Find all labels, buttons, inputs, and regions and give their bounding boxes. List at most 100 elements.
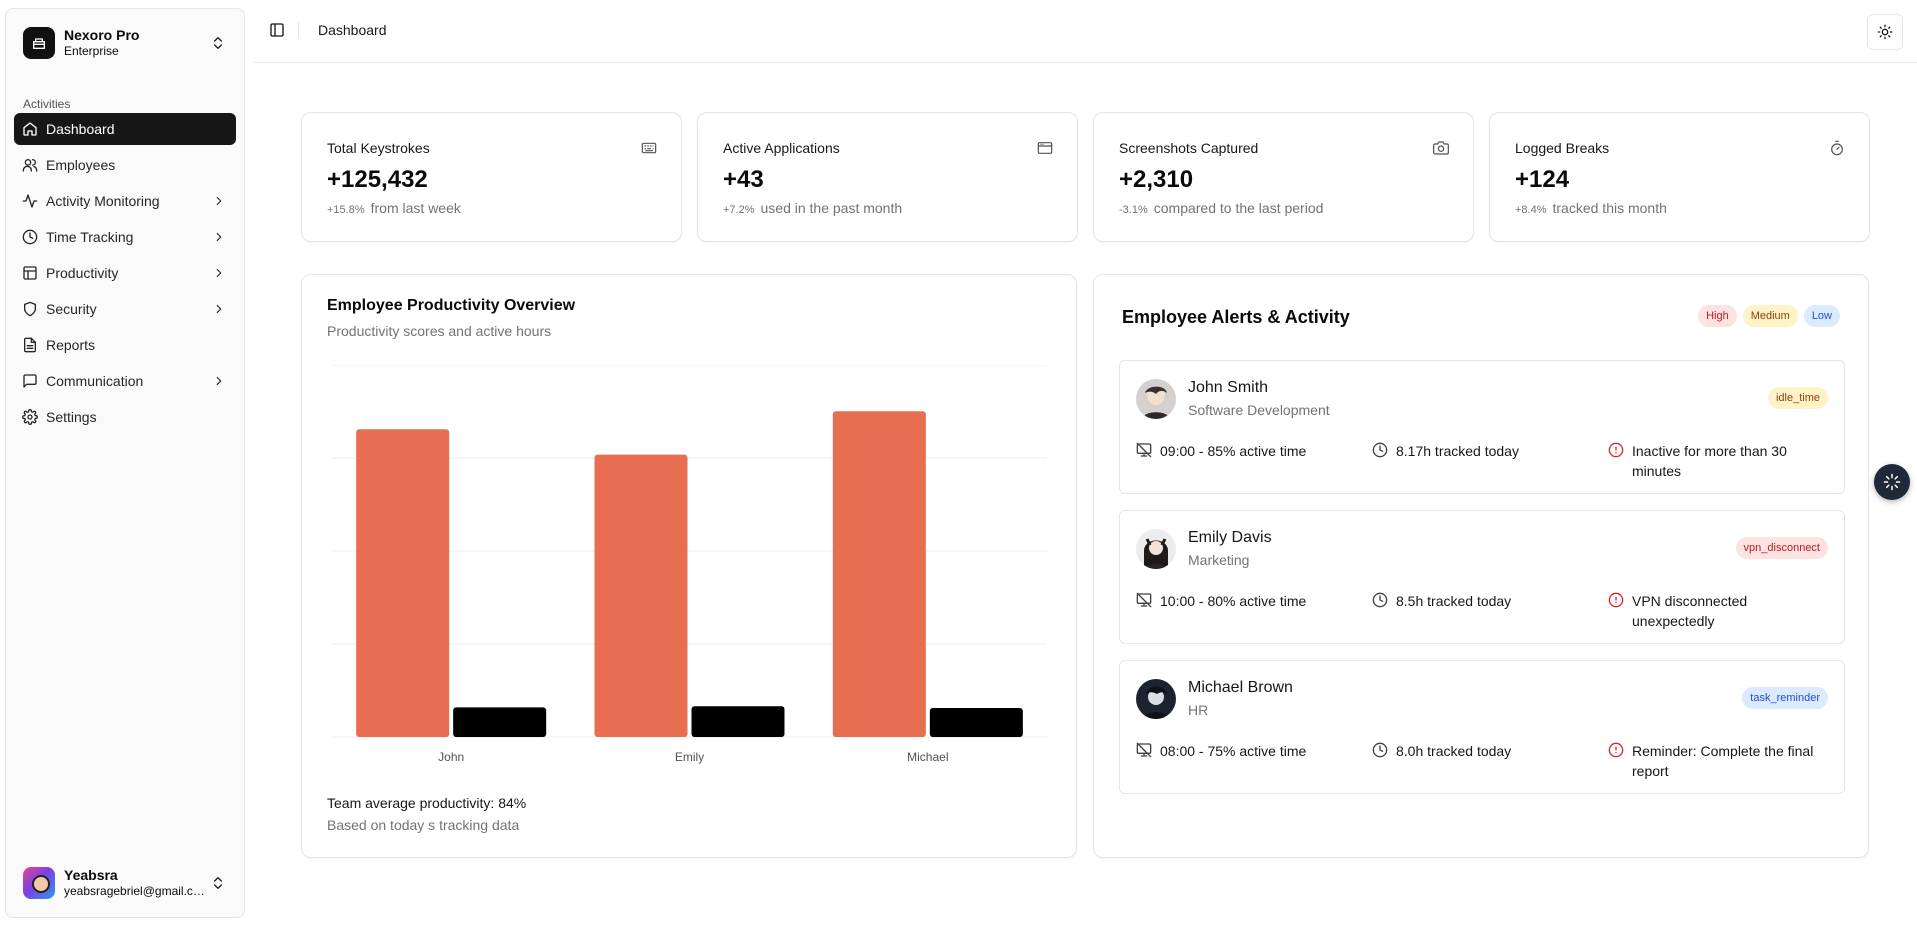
stat-subtext: -3.1% compared to the last period [1119, 200, 1323, 216]
active-time-text: 08:00 - 75% active time [1160, 743, 1307, 759]
stat-delta: -3.1% [1119, 204, 1148, 216]
stat-delta: +7.2% [723, 204, 755, 216]
stat-subtext: +8.4% tracked this month [1515, 200, 1667, 216]
chart-bar [832, 411, 926, 737]
monitor-off-icon [1136, 442, 1152, 458]
employee-department: Marketing [1188, 552, 1250, 568]
productivity-chart-card: Employee Productivity Overview Productiv… [301, 274, 1077, 858]
sun-icon [1877, 24, 1893, 40]
x-tick-label: Michael [907, 750, 948, 764]
stat-note: tracked this month [1552, 200, 1667, 216]
alerts-card: Employee Alerts & Activity High Medium L… [1093, 274, 1869, 858]
stat-title: Logged Breaks [1515, 140, 1610, 156]
stat-card-screenshots: Screenshots Captured +2,310 -3.1% compare… [1093, 112, 1474, 242]
sidebar-item-communication[interactable]: Communication [14, 365, 236, 397]
alert-message: VPN disconnected unexpectedly [1608, 591, 1828, 631]
stat-value: +2,310 [1119, 166, 1194, 193]
tracked-time: 8.5h tracked today [1372, 591, 1511, 611]
active-time-text: 09:00 - 85% active time [1160, 443, 1307, 459]
chevron-right-icon [216, 304, 222, 314]
sidebar: Nexoro Pro Enterprise Activities Dashboa… [5, 8, 245, 918]
sidebar-item-label: Settings [46, 409, 97, 425]
chevron-right-icon [216, 268, 222, 278]
sidebar-item-time-tracking[interactable]: Time Tracking [14, 221, 236, 253]
stat-card-keystrokes: Total Keystrokes +125,432 +15.8% from las… [301, 112, 682, 242]
stat-value: +124 [1515, 166, 1570, 193]
activity-icon [22, 193, 38, 209]
chart-bar [929, 708, 1023, 737]
brand-plan: Enterprise [64, 44, 119, 59]
workspace-switcher[interactable]: Nexoro Pro Enterprise [18, 21, 234, 65]
alert-circle-icon [1608, 442, 1624, 458]
camera-icon [1433, 141, 1449, 155]
sidebar-item-productivity[interactable]: Productivity [14, 257, 236, 289]
legend-low: Low [1803, 305, 1840, 327]
page-title: Dashboard [318, 22, 387, 38]
chevron-right-icon [216, 376, 222, 386]
file-text-icon [22, 337, 38, 353]
clock-icon [22, 229, 38, 245]
clock-icon [1372, 742, 1388, 758]
legend-medium: Medium [1742, 305, 1798, 327]
avatar [1136, 529, 1176, 569]
shield-icon [22, 301, 38, 317]
keyboard-icon [641, 142, 657, 154]
active-time: 10:00 - 80% active time [1136, 591, 1306, 611]
sidebar-item-security[interactable]: Security [14, 293, 236, 325]
sidebar-item-label: Time Tracking [46, 229, 134, 245]
avatar [1136, 679, 1176, 719]
sidebar-item-activity-monitoring[interactable]: Activity Monitoring [14, 185, 236, 217]
alert-circle-icon [1608, 742, 1624, 758]
alert-message-text: Reminder: Complete the final report [1632, 743, 1814, 779]
gear-icon [22, 409, 38, 425]
message-icon [22, 373, 38, 389]
app-window-icon [1037, 142, 1053, 154]
active-time: 09:00 - 85% active time [1136, 441, 1306, 461]
brand-name: Nexoro Pro [64, 26, 140, 43]
sidebar-item-label: Activity Monitoring [46, 193, 160, 209]
sidebar-item-label: Employees [46, 157, 116, 173]
stat-note: from last week [370, 200, 461, 216]
sidebar-item-employees[interactable]: Employees [14, 149, 236, 181]
tracked-time-text: 8.17h tracked today [1396, 443, 1519, 459]
sidebar-item-label: Dashboard [46, 121, 115, 137]
chart-bar [691, 706, 785, 737]
legend-high: High [1698, 305, 1737, 327]
avatar [1136, 379, 1176, 419]
stat-subtext: +7.2% used in the past month [723, 200, 902, 216]
tracked-time-text: 8.5h tracked today [1396, 593, 1512, 609]
tracked-time: 8.17h tracked today [1372, 441, 1519, 461]
alert-item[interactable]: Michael Brown HR task_reminder 08:00 - 7… [1119, 660, 1845, 794]
alert-type-badge: task_reminder [1742, 687, 1828, 709]
top-header: Dashboard [254, 0, 1917, 63]
alert-message-text: VPN disconnected unexpectedly [1632, 593, 1748, 629]
sidebar-item-label: Communication [46, 373, 144, 389]
sidebar-item-settings[interactable]: Settings [14, 401, 236, 433]
chart-bar [356, 429, 450, 737]
sidebar-item-dashboard[interactable]: Dashboard [14, 113, 236, 145]
header-divider [298, 22, 299, 38]
sidebar-toggle-icon[interactable] [269, 22, 285, 38]
x-tick-label: Emily [675, 750, 704, 764]
user-email: yeabsragebriel@gmail.com [64, 884, 209, 899]
stat-title: Active Applications [723, 140, 840, 156]
stat-value: +125,432 [327, 166, 428, 193]
sidebar-item-label: Security [46, 301, 97, 317]
alert-item[interactable]: Emily Davis Marketing vpn_disconnect 10:… [1119, 510, 1845, 644]
theme-toggle-button[interactable] [1867, 14, 1903, 50]
stat-value: +43 [723, 166, 764, 193]
user-menu[interactable]: Yeabsra yeabsragebriel@gmail.com [18, 859, 234, 907]
loading-spinner-button[interactable] [1874, 464, 1910, 500]
active-time-text: 10:00 - 80% active time [1160, 593, 1307, 609]
timer-icon [1831, 140, 1843, 156]
employee-department: HR [1188, 702, 1209, 718]
productivity-bar-chart: John Emily Michael [332, 365, 1047, 764]
chevrons-up-down-icon [214, 877, 222, 889]
alert-item[interactable]: John Smith Software Development idle_tim… [1119, 360, 1845, 494]
stat-card-breaks: Logged Breaks +124 +8.4% tracked this mon… [1489, 112, 1870, 242]
sidebar-item-reports[interactable]: Reports [14, 329, 236, 361]
chart-title: Employee Productivity Overview [327, 297, 576, 314]
chevron-right-icon [216, 196, 222, 206]
employee-department: Software Development [1188, 402, 1330, 418]
monitor-off-icon [1136, 742, 1152, 758]
